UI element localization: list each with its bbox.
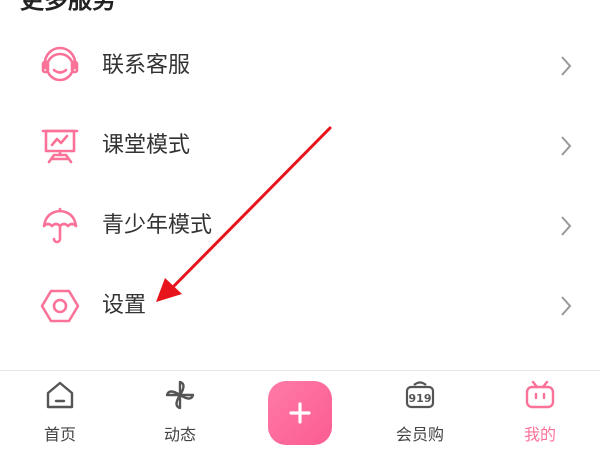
menu-item-label: 联系客服 (102, 53, 191, 78)
umbrella-icon (42, 207, 78, 244)
menu-item-teen-mode[interactable]: 青少年模式 (0, 186, 600, 266)
menu-item-label: 设置 (102, 293, 147, 318)
plus-icon (289, 402, 311, 424)
chevron-right-icon (561, 56, 572, 76)
svg-text:919: 919 (409, 392, 432, 405)
chevron-right-icon (561, 216, 572, 236)
settings-hexagon-icon (40, 289, 80, 323)
tv-mascot-icon (525, 380, 555, 409)
home-icon (46, 381, 74, 409)
tab-label: 首页 (43, 425, 76, 444)
tab-label: 我的 (523, 425, 556, 444)
section-title: 更多服务 (20, 0, 116, 14)
menu-item-customer-service[interactable]: 联系客服 (0, 26, 600, 106)
tab-me[interactable]: 我的 (500, 371, 580, 451)
tab-member-shop[interactable]: 919 会员购 (380, 371, 460, 451)
chevron-right-icon (561, 136, 572, 156)
tab-dynamics[interactable]: 动态 (140, 371, 220, 451)
menu-item-settings[interactable]: 设置 (0, 266, 600, 346)
bottom-tab-bar: 首页 动态 919 会员购 我的 (0, 370, 600, 451)
tab-home[interactable]: 首页 (20, 371, 100, 451)
tab-label: 动态 (163, 425, 196, 444)
add-post-button[interactable] (268, 381, 332, 445)
classroom-board-icon (41, 129, 79, 164)
pinwheel-icon (165, 380, 195, 410)
tab-label: 会员购 (395, 425, 444, 444)
chevron-right-icon (561, 296, 572, 316)
menu-item-classroom-mode[interactable]: 课堂模式 (0, 106, 600, 186)
menu-item-label: 青少年模式 (102, 213, 213, 238)
shopping-919-icon: 919 (405, 381, 435, 409)
headset-icon (41, 46, 79, 82)
menu-item-label: 课堂模式 (102, 133, 191, 158)
